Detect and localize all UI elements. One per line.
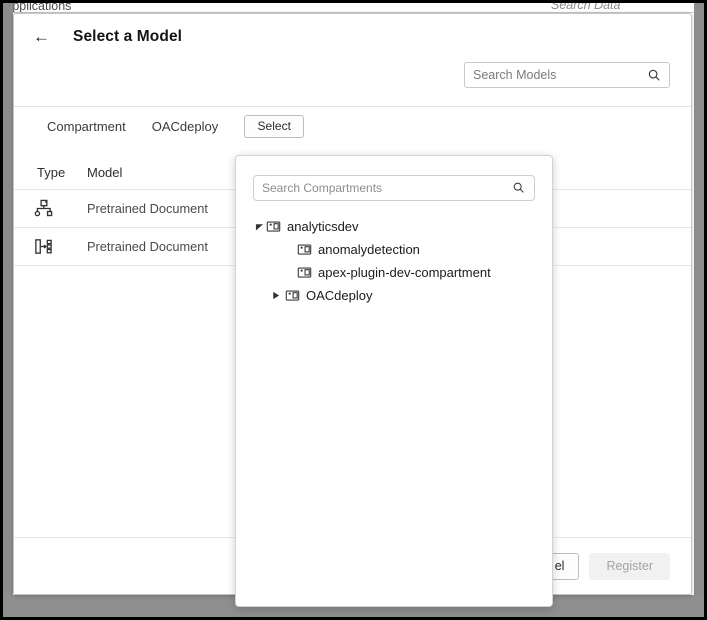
screenshot-root: Applications Search Data ← Select a Mode… bbox=[0, 0, 707, 620]
page-title: Select a Model bbox=[73, 27, 183, 45]
document-classification-icon bbox=[14, 199, 87, 218]
compartment-icon bbox=[285, 288, 300, 303]
backdrop-right bbox=[694, 3, 704, 617]
compartment-value: OACdeploy bbox=[151, 118, 219, 134]
compartment-icon bbox=[297, 265, 312, 280]
compartment-picker-popup: analyticsdev anomalydetection bbox=[235, 155, 553, 607]
compartment-row: Compartment OACdeploy Select bbox=[14, 107, 691, 145]
collapsed-triangle-icon[interactable] bbox=[268, 291, 282, 300]
search-icon bbox=[647, 68, 661, 82]
column-header-type[interactable]: Type bbox=[14, 165, 87, 180]
compartment-label: Compartment bbox=[47, 118, 126, 134]
tree-item-label: anomalydetection bbox=[318, 242, 420, 257]
tree-item-oacdeploy[interactable]: OACdeploy bbox=[252, 284, 552, 307]
search-models-input[interactable] bbox=[473, 68, 647, 82]
tree-item-label: OACdeploy bbox=[306, 288, 373, 303]
tree-item-apex-plugin-dev-compartment[interactable]: apex-plugin-dev-compartment bbox=[252, 261, 552, 284]
back-arrow-icon[interactable]: ← bbox=[33, 28, 55, 45]
key-value-extraction-icon bbox=[14, 237, 87, 256]
search-compartments-field[interactable] bbox=[253, 175, 535, 201]
background-tab-search-data[interactable]: Search Data bbox=[551, 0, 620, 12]
select-compartment-button[interactable]: Select bbox=[244, 114, 305, 138]
tree-item-anomalydetection[interactable]: anomalydetection bbox=[252, 238, 552, 261]
search-compartments-input[interactable] bbox=[262, 181, 512, 195]
tree-item-analyticsdev[interactable]: analyticsdev bbox=[252, 215, 552, 238]
compartment-icon bbox=[266, 219, 281, 234]
dialog-header: ← Select a Model bbox=[14, 14, 691, 59]
tree-item-label: analyticsdev bbox=[287, 219, 359, 234]
compartment-tree: analyticsdev anomalydetection apex-plugi… bbox=[236, 215, 552, 307]
tree-item-label: apex-plugin-dev-compartment bbox=[318, 265, 491, 280]
expanded-triangle-icon[interactable] bbox=[252, 222, 266, 231]
compartment-icon bbox=[297, 242, 312, 257]
backdrop-left bbox=[3, 3, 13, 617]
search-models-row bbox=[14, 59, 691, 106]
search-models-field[interactable] bbox=[464, 62, 670, 88]
search-icon bbox=[512, 181, 526, 195]
register-button[interactable]: Register bbox=[589, 552, 670, 580]
